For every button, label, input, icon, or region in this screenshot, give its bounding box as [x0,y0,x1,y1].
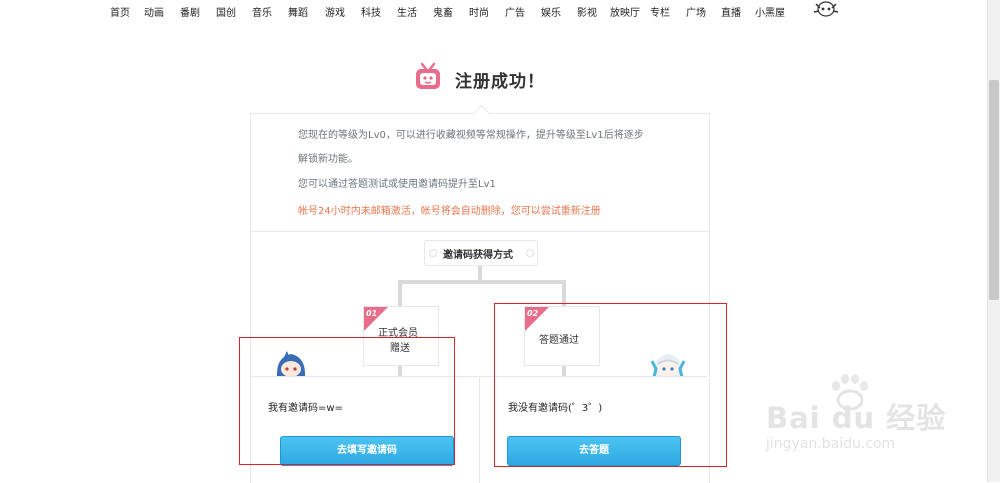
nav-item-fashion[interactable]: 时尚 [469,4,489,19]
top-nav: 首页 动画 番剧 国创 音乐 舞蹈 游戏 科技 生活 鬼畜 时尚 广告 娱乐 影… [0,0,988,24]
baidu-watermark-url: jingyan.baidu.com [766,436,896,452]
dot-icon [429,249,437,257]
badge-01-number: 01 [366,309,378,318]
nav-item-dance[interactable]: 舞蹈 [288,4,308,19]
page-title: 注册成功！ [455,72,545,92]
nav-item-entertainment[interactable]: 娱乐 [541,4,561,19]
scrollbar[interactable] [987,0,1000,482]
baidu-watermark-text: Bai du 经验 [766,401,947,435]
nav-item-bangumi[interactable]: 番剧 [180,4,200,19]
scrollbar-thumb[interactable] [989,80,999,300]
highlight-box-no-code [494,303,727,467]
nav-item-tech[interactable]: 科技 [361,4,381,19]
info-warning-text: 帐号24小时内未邮箱激活，帐号将会自动删除，您可以尝试重新注册 [298,206,601,217]
nav-item-life[interactable]: 生活 [397,4,417,19]
mascot-icon[interactable] [811,0,841,18]
dot-icon [526,249,534,257]
tv-icon [416,62,440,89]
info-level-text: 您现在的等级为Lv0，可以进行收藏视频等常规操作，提升等级至Lv1后将逐步 [298,130,644,141]
info-unlock-text: 解锁新功能。 [298,154,358,165]
nav-item-blackroom[interactable]: 小黑屋 [755,4,785,19]
invite-method-label: 邀请码获得方式 [443,250,513,261]
nav-item-guochuang[interactable]: 国创 [216,4,236,19]
highlight-box-have-code [239,337,455,465]
tree-connector [398,280,402,306]
nav-item-column[interactable]: 专栏 [650,4,670,19]
nav-item-music[interactable]: 音乐 [252,4,272,19]
nav-item-square[interactable]: 广场 [686,4,706,19]
nav-item-kichiku[interactable]: 鬼畜 [433,4,453,19]
nav-item-live[interactable]: 直播 [721,4,741,19]
nav-item-game[interactable]: 游戏 [325,4,345,19]
nav-item-home[interactable]: 首页 [110,4,130,19]
nav-item-anime[interactable]: 动画 [144,4,164,19]
nav-item-movies[interactable]: 影视 [577,4,597,19]
nav-item-theater[interactable]: 放映厅 [610,4,640,19]
nav-item-ads[interactable]: 广告 [505,4,525,19]
info-upgrade-text: 您可以通过答题测试或使用邀请码提升至Lv1 [298,179,496,190]
tree-connector [398,280,566,284]
